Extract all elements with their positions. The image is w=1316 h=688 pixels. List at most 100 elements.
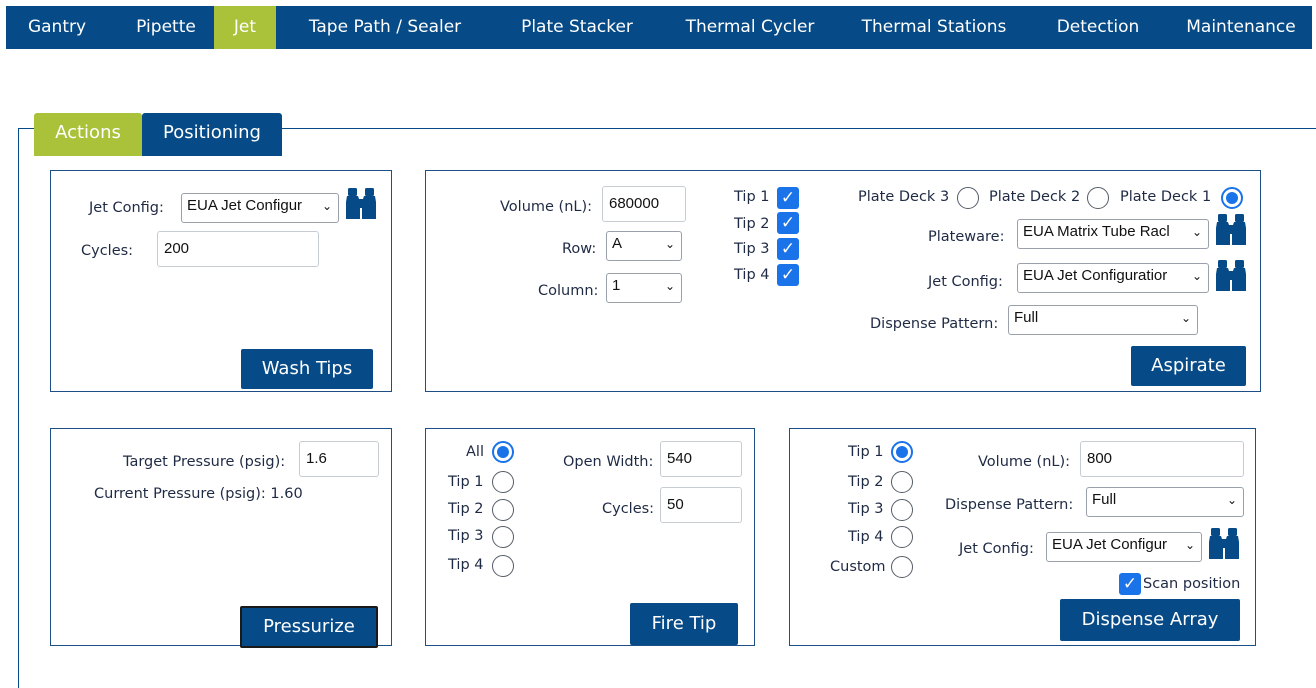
chevron-down-icon: ⌄ (664, 279, 675, 293)
plateware-label: Plateware: (928, 229, 1005, 245)
scan-position-checkbox[interactable]: ✓ (1119, 573, 1141, 595)
plate-deck-2-label: Plate Deck 2 (989, 189, 1081, 205)
open-width-label: Open Width: (563, 454, 654, 470)
fire-tip4-label: Tip 4 (448, 557, 484, 573)
aspirate-column-select[interactable]: 1 ⌄ (606, 273, 682, 303)
wash-jet-config-label: Jet Config: (89, 200, 164, 216)
fire-cycles-input[interactable]: 50 (660, 487, 742, 523)
wash-tips-button[interactable]: Wash Tips (241, 349, 373, 389)
aspirate-row-label: Row: (562, 241, 597, 257)
dispense-tip4-radio[interactable] (891, 526, 913, 548)
aspirate-column-value: 1 (612, 277, 621, 294)
dispense-pattern-select[interactable]: Full ⌄ (1086, 487, 1244, 517)
dispense-pattern-label: Dispense Pattern: (945, 497, 1074, 513)
wash-jet-config-select[interactable]: EUA Jet Configur ⌄ (181, 193, 339, 223)
plate-deck-1-label: Plate Deck 1 (1120, 189, 1212, 205)
nav-detection[interactable]: Detection (1036, 6, 1160, 49)
pressure-panel: Target Pressure (psig): 1.6 Current Pres… (50, 428, 392, 648)
aspirate-tip2-label: Tip 2 (734, 216, 770, 232)
fire-tip2-radio[interactable] (492, 499, 514, 521)
wash-cycles-label: Cycles: (81, 243, 134, 259)
tab-positioning[interactable]: Positioning (142, 113, 282, 156)
dispense-custom-radio[interactable] (891, 556, 913, 578)
aspirate-tip3-label: Tip 3 (734, 241, 770, 257)
binoculars-icon[interactable] (1213, 213, 1249, 247)
dispense-array-panel: Tip 1 Tip 2 Tip 3 Tip 4 Custom Volume (n… (789, 428, 1256, 646)
nav-maintenance[interactable]: Maintenance (1170, 6, 1312, 49)
aspirate-jet-config-value: EUA Jet Configuratior (1023, 267, 1168, 284)
dispense-custom-label: Custom (830, 559, 886, 575)
fire-cycles-label: Cycles: (602, 501, 655, 517)
fire-tip3-radio[interactable] (492, 526, 514, 548)
chevron-down-icon: ⌄ (321, 199, 332, 213)
fire-tip-panel: All Tip 1 Tip 2 Tip 3 Tip 4 Open Width: … (425, 428, 755, 646)
chevron-down-icon: ⌄ (1191, 225, 1202, 239)
aspirate-row-select[interactable]: A ⌄ (606, 231, 682, 261)
aspirate-tip1-checkbox[interactable]: ✓ (777, 187, 799, 209)
wash-tips-panel: Jet Config: EUA Jet Configur ⌄ Cycles: 2… (50, 170, 392, 392)
plate-deck-2-radio[interactable] (1087, 187, 1109, 209)
nav-thermal-stations[interactable]: Thermal Stations (842, 6, 1026, 49)
pressurize-button[interactable]: Pressurize (240, 606, 378, 648)
aspirate-row-value: A (612, 235, 623, 252)
nav-gantry[interactable]: Gantry (6, 6, 108, 49)
open-width-input[interactable]: 540 (660, 441, 742, 477)
aspirate-tip4-label: Tip 4 (734, 267, 770, 283)
dispense-tip3-radio[interactable] (891, 499, 913, 521)
aspirate-column-label: Column: (538, 283, 599, 299)
fire-tip1-label: Tip 1 (448, 474, 484, 490)
aspirate-tip4-checkbox[interactable]: ✓ (777, 264, 799, 286)
binoculars-icon[interactable] (1213, 259, 1249, 293)
aspirate-tip2-checkbox[interactable]: ✓ (777, 212, 799, 234)
target-pressure-input[interactable]: 1.6 (299, 441, 379, 477)
wash-cycles-input[interactable]: 200 (157, 231, 319, 267)
binoculars-icon[interactable] (343, 187, 379, 221)
aspirate-dispense-pattern-select[interactable]: Full ⌄ (1008, 305, 1198, 335)
target-pressure-label: Target Pressure (psig): (123, 454, 286, 470)
fire-tip1-radio[interactable] (492, 471, 514, 493)
dispense-tip1-label: Tip 1 (848, 444, 884, 460)
dispense-volume-label: Volume (nL): (978, 454, 1071, 470)
nav-tape-path-sealer[interactable]: Tape Path / Sealer (284, 6, 486, 49)
nav-plate-stacker[interactable]: Plate Stacker (496, 6, 658, 49)
aspirate-volume-input[interactable]: 680000 (602, 186, 686, 222)
aspirate-tip1-label: Tip 1 (734, 189, 770, 205)
nav-pipette[interactable]: Pipette (114, 6, 218, 49)
plateware-value: EUA Matrix Tube Racl (1023, 223, 1170, 240)
aspirate-jet-config-label: Jet Config: (928, 274, 1003, 290)
dispense-tip2-radio[interactable] (891, 471, 913, 493)
fire-tip2-label: Tip 2 (448, 501, 484, 517)
scan-position-label: Scan position (1143, 576, 1241, 592)
dispense-jet-config-label: Jet Config: (959, 541, 1034, 557)
nav-jet[interactable]: Jet (214, 6, 276, 49)
aspirate-button[interactable]: Aspirate (1131, 346, 1246, 386)
plate-deck-3-radio[interactable] (957, 187, 979, 209)
dispense-tip4-label: Tip 4 (848, 529, 884, 545)
chevron-down-icon: ⌄ (1184, 538, 1195, 552)
fire-tip4-radio[interactable] (492, 555, 514, 577)
fire-tip-button[interactable]: Fire Tip (630, 603, 738, 645)
wash-jet-config-value: EUA Jet Configur (187, 197, 303, 214)
binoculars-icon[interactable] (1206, 527, 1242, 561)
dispense-tip3-label: Tip 3 (848, 501, 884, 517)
nav-thermal-cycler[interactable]: Thermal Cycler (660, 6, 840, 49)
plateware-select[interactable]: EUA Matrix Tube Racl ⌄ (1017, 219, 1209, 249)
aspirate-panel: Volume (nL): 680000 Row: A ⌄ Column: 1 ⌄… (425, 170, 1261, 392)
fire-tip3-label: Tip 3 (448, 528, 484, 544)
dispense-volume-input[interactable]: 800 (1080, 441, 1244, 477)
dispense-pattern-value: Full (1092, 491, 1117, 508)
chevron-down-icon: ⌄ (1180, 311, 1191, 325)
dispense-array-button[interactable]: Dispense Array (1060, 599, 1240, 641)
aspirate-dispense-pattern-label: Dispense Pattern: (870, 316, 999, 332)
tab-actions[interactable]: Actions (34, 113, 142, 156)
dispense-jet-config-select[interactable]: EUA Jet Configur ⌄ (1046, 532, 1202, 562)
aspirate-dispense-pattern-value: Full (1014, 309, 1039, 326)
chevron-down-icon: ⌄ (1191, 269, 1202, 283)
current-pressure-text: Current Pressure (psig): 1.60 (94, 486, 303, 502)
plate-deck-1-radio[interactable] (1221, 187, 1243, 209)
aspirate-jet-config-select[interactable]: EUA Jet Configuratior ⌄ (1017, 263, 1209, 293)
dispense-tip1-radio[interactable] (891, 441, 913, 463)
fire-all-radio[interactable] (492, 441, 514, 463)
aspirate-tip3-checkbox[interactable]: ✓ (777, 238, 799, 260)
plate-deck-3-label: Plate Deck 3 (858, 189, 950, 205)
